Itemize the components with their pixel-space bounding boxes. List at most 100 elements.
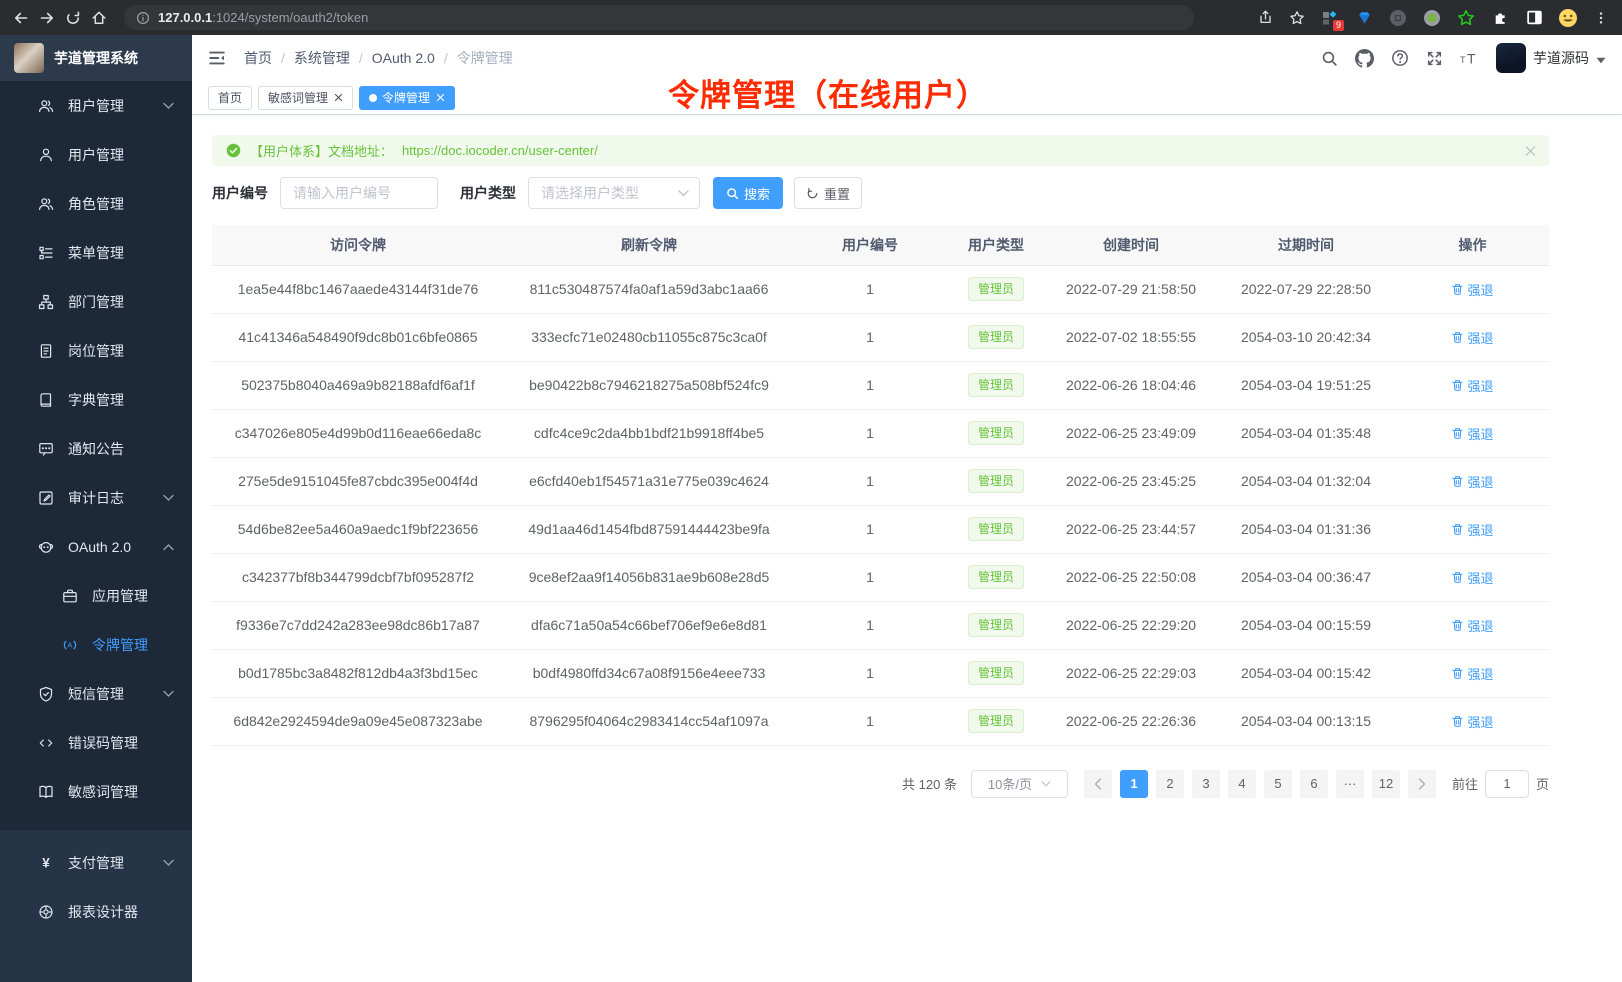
fullscreen-icon[interactable] (1426, 50, 1443, 67)
sidebar-item-audit[interactable]: 审计日志 (0, 473, 192, 522)
page-size-select[interactable]: 10条/页 (971, 770, 1068, 798)
column-header: 用户类型 (946, 225, 1046, 265)
collapse-menu-icon[interactable] (208, 49, 226, 67)
extension-gem-icon[interactable] (1350, 5, 1378, 31)
force-logout-button[interactable]: 强退 (1451, 520, 1493, 539)
sidebar-item-notice[interactable]: 通知公告 (0, 424, 192, 473)
sidebar-item-oauth2-app[interactable]: 应用管理 (0, 571, 192, 620)
log-icon (38, 490, 54, 506)
page-button-1[interactable]: 1 (1120, 770, 1148, 798)
extension-star-icon[interactable] (1452, 5, 1480, 31)
user-type-cell: 管理员 (946, 505, 1046, 553)
sidebar-item-sms[interactable]: 短信管理 (0, 669, 192, 718)
trash-icon (1451, 331, 1464, 344)
force-logout-button[interactable]: 强退 (1451, 664, 1493, 683)
next-page-button[interactable] (1408, 770, 1436, 798)
extension-record-icon[interactable] (1418, 5, 1446, 31)
sidebar-item-dict[interactable]: 字典管理 (0, 375, 192, 424)
force-logout-button[interactable]: 强退 (1451, 376, 1493, 395)
sidebar-item-oauth2[interactable]: OAuth 2.0 (0, 522, 192, 571)
created-time-cell: 2022-06-25 23:49:09 (1046, 409, 1216, 457)
sidebar-item-user[interactable]: 用户管理 (0, 130, 192, 179)
reload-icon[interactable] (60, 5, 86, 31)
goto-page-input[interactable] (1485, 770, 1529, 798)
sidebar-item-errcode[interactable]: 错误码管理 (0, 718, 192, 767)
profile-emoji-icon[interactable] (1554, 5, 1582, 31)
force-logout-button[interactable]: 强退 (1451, 472, 1493, 491)
sidebar-item-dept[interactable]: 部门管理 (0, 277, 192, 326)
tab-close-icon[interactable] (334, 93, 343, 102)
expire-time-cell: 2054-03-04 00:13:15 (1216, 697, 1396, 745)
breadcrumb-item[interactable]: OAuth 2.0 (372, 50, 435, 66)
table-row: 54d6be82ee5a460a9aedc1f9bf22365649d1aa46… (212, 505, 1549, 553)
expire-time-cell: 2054-03-04 00:15:59 (1216, 601, 1396, 649)
force-logout-button[interactable]: 强退 (1451, 712, 1493, 731)
page-button-4[interactable]: 4 (1228, 770, 1256, 798)
page-button-5[interactable]: 5 (1264, 770, 1292, 798)
sidebar-item-sensitive[interactable]: 敏感词管理 (0, 767, 192, 816)
page-button-12[interactable]: 12 (1372, 770, 1400, 798)
sidebar-item-report[interactable]: 报表设计器 (0, 887, 192, 936)
search-button[interactable]: 搜索 (713, 177, 783, 209)
extension-proxy-icon[interactable]: 9 (1316, 5, 1344, 31)
page-button-2[interactable]: 2 (1156, 770, 1184, 798)
user-id-cell: 1 (794, 601, 946, 649)
user-menu[interactable]: 芋道源码 (1496, 43, 1606, 73)
refresh-token-cell: 8796295f04064c2983414cc54af1097a (504, 697, 794, 745)
reset-button[interactable]: 重置 (794, 177, 862, 209)
user-type-select[interactable]: 请选择用户类型 (528, 177, 700, 209)
home-icon[interactable] (86, 5, 112, 31)
tab-敏感词管理[interactable]: 敏感词管理 (258, 86, 353, 110)
github-icon[interactable] (1355, 49, 1374, 68)
page-button-6[interactable]: 6 (1300, 770, 1328, 798)
page-info-icon[interactable] (136, 11, 150, 25)
sidebar-item-oauth2-token[interactable]: A令牌管理 (0, 620, 192, 669)
table-row: 41c41346a548490f9dc8b01c6bfe0865333ecfc7… (212, 313, 1549, 361)
force-logout-button[interactable]: 强退 (1451, 280, 1493, 299)
sidebar-item-label: 令牌管理 (92, 635, 148, 655)
page-size-value: 10条/页 (988, 774, 1032, 793)
alert-link[interactable]: https://doc.iocoder.cn/user-center/ (402, 143, 598, 158)
app-logo-bar[interactable]: 芋道管理系统 (0, 35, 192, 81)
sidebar-item-role[interactable]: 角色管理 (0, 179, 192, 228)
access-token-cell: 275e5de9151045fe87cbdc395e004f4d (212, 457, 504, 505)
back-icon[interactable] (8, 5, 34, 31)
extension-puzzle-icon[interactable] (1486, 5, 1514, 31)
page-ellipsis[interactable]: ··· (1336, 770, 1364, 798)
force-logout-button[interactable]: 强退 (1451, 568, 1493, 587)
sidebar-item-tenant[interactable]: 租户管理 (0, 81, 192, 130)
sidebar-item-post[interactable]: 岗位管理 (0, 326, 192, 375)
tab-令牌管理[interactable]: 令牌管理 (359, 86, 455, 110)
user-type-badge: 管理员 (968, 421, 1024, 445)
bookmark-star-icon[interactable] (1284, 5, 1310, 31)
force-logout-button[interactable]: 强退 (1451, 328, 1493, 347)
forward-icon[interactable] (34, 5, 60, 31)
tab-close-icon[interactable] (436, 93, 445, 102)
trash-icon (1451, 523, 1464, 536)
trash-icon (1451, 571, 1464, 584)
force-logout-button[interactable]: 强退 (1451, 424, 1493, 443)
extension-splitscreen-icon[interactable] (1520, 5, 1548, 31)
share-icon[interactable] (1252, 5, 1278, 31)
font-size-icon[interactable]: TT (1460, 50, 1479, 67)
table-header-row: 访问令牌刷新令牌用户编号用户类型创建时间过期时间操作 (212, 225, 1549, 265)
code-icon (38, 735, 54, 751)
trash-icon (1451, 427, 1464, 440)
address-bar[interactable]: 127.0.0.1:1024/system/oauth2/token (124, 5, 1194, 30)
alert-close-icon[interactable] (1525, 145, 1536, 156)
search-icon[interactable] (1321, 50, 1338, 67)
extension-dark-circle-icon[interactable] (1384, 5, 1412, 31)
force-logout-button[interactable]: 强退 (1451, 616, 1493, 635)
prev-page-button[interactable] (1084, 770, 1112, 798)
sidebar-item-label: 短信管理 (68, 684, 124, 704)
sidebar-item-menu[interactable]: 菜单管理 (0, 228, 192, 277)
tab-首页[interactable]: 首页 (208, 86, 252, 110)
sidebar-item-pay[interactable]: ¥支付管理 (0, 838, 192, 887)
breadcrumb-item[interactable]: 首页 (244, 48, 272, 68)
user-id-input[interactable] (280, 177, 438, 209)
browser-menu-icon[interactable] (1588, 5, 1614, 31)
page-button-3[interactable]: 3 (1192, 770, 1220, 798)
help-icon[interactable] (1391, 49, 1409, 67)
breadcrumb-item[interactable]: 系统管理 (294, 48, 350, 68)
svg-text:¥: ¥ (42, 855, 50, 870)
